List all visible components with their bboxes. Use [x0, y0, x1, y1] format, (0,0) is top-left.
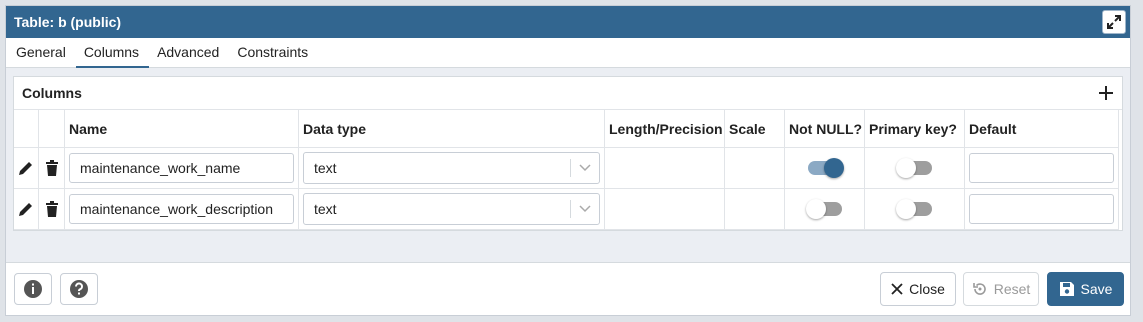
data-type-select[interactable]: text	[303, 193, 600, 225]
primary-key-toggle[interactable]	[895, 199, 932, 219]
default-cell	[965, 189, 1119, 230]
toggle-knob	[895, 199, 916, 219]
tab-constraints[interactable]: Constraints	[229, 38, 318, 67]
not-null-cell	[785, 189, 865, 230]
tab-general[interactable]: General	[8, 38, 76, 67]
help-icon	[70, 280, 88, 298]
edit-icon	[19, 162, 32, 175]
tab-columns[interactable]: Columns	[75, 38, 150, 68]
chevron-down-icon[interactable]	[571, 164, 599, 172]
columns-panel-title: Columns	[22, 85, 82, 101]
column-name-input[interactable]: maintenance_work_name	[69, 153, 294, 183]
name-cell: maintenance_work_description	[65, 189, 299, 230]
length-cell[interactable]	[605, 189, 725, 230]
reset-button-label: Reset	[993, 281, 1031, 297]
data-type-select[interactable]: text	[303, 152, 600, 184]
toggle-knob	[823, 158, 844, 178]
default-input[interactable]	[969, 153, 1114, 183]
table-row: maintenance_work_description text	[14, 189, 1122, 230]
primary-key-cell	[865, 148, 965, 189]
toggle-knob	[805, 199, 826, 219]
scale-cell[interactable]	[725, 189, 785, 230]
reset-icon	[972, 283, 986, 295]
save-icon	[1059, 282, 1074, 296]
header-edit-spacer	[14, 110, 39, 148]
save-button[interactable]: Save	[1047, 272, 1124, 306]
delete-icon	[45, 160, 58, 176]
edit-icon	[19, 203, 32, 216]
default-input[interactable]	[969, 194, 1114, 224]
help-button[interactable]	[60, 273, 98, 305]
data-type-cell: text	[299, 148, 605, 189]
header-default: Default	[965, 110, 1119, 148]
info-icon	[24, 280, 42, 298]
maximize-button[interactable]	[1102, 10, 1126, 34]
data-type-value: text	[314, 160, 337, 176]
header-length: Length/Precision	[605, 110, 725, 148]
close-icon	[891, 283, 903, 295]
columns-grid-header: Name Data type Length/Precision Scale No…	[14, 110, 1122, 148]
header-not-null: Not NULL?	[785, 110, 865, 148]
header-scale: Scale	[725, 110, 785, 148]
add-column-button[interactable]	[1098, 85, 1114, 101]
header-delete-spacer	[39, 110, 65, 148]
close-button-label: Close	[909, 281, 945, 297]
tab-advanced[interactable]: Advanced	[149, 38, 229, 67]
primary-key-toggle[interactable]	[895, 158, 932, 178]
delete-row-button[interactable]	[39, 148, 65, 189]
add-icon	[1099, 86, 1113, 100]
default-cell	[965, 148, 1119, 189]
not-null-cell	[785, 148, 865, 189]
header-name: Name	[65, 110, 299, 148]
scale-cell[interactable]	[725, 148, 785, 189]
tab-content: Columns Name Data type Length/Precision …	[6, 68, 1130, 265]
data-type-value: text	[314, 201, 337, 217]
reset-button[interactable]: Reset	[963, 272, 1039, 306]
primary-key-cell	[865, 189, 965, 230]
info-button[interactable]	[14, 273, 52, 305]
delete-icon	[45, 201, 58, 217]
columns-panel-header: Columns	[14, 77, 1122, 110]
close-button[interactable]: Close	[880, 272, 956, 306]
dialog-titlebar[interactable]: Table: b (public)	[6, 6, 1130, 38]
tab-bar: General Columns Advanced Constraints	[6, 38, 1130, 68]
chevron-down-icon[interactable]	[571, 205, 599, 213]
length-cell[interactable]	[605, 148, 725, 189]
not-null-toggle[interactable]	[807, 158, 844, 178]
columns-panel: Columns Name Data type Length/Precision …	[13, 76, 1123, 231]
delete-row-button[interactable]	[39, 189, 65, 230]
edit-row-button[interactable]	[14, 148, 39, 189]
dialog-title: Table: b (public)	[14, 14, 122, 30]
table-dialog: Table: b (public) General Columns Advanc…	[5, 5, 1131, 316]
dialog-footer: Close Reset Save	[6, 262, 1130, 315]
not-null-toggle[interactable]	[805, 199, 842, 219]
data-type-cell: text	[299, 189, 605, 230]
column-name-input[interactable]: maintenance_work_description	[69, 194, 294, 224]
header-primary-key: Primary key?	[865, 110, 965, 148]
edit-row-button[interactable]	[14, 189, 39, 230]
header-data-type: Data type	[299, 110, 605, 148]
table-row: maintenance_work_name text	[14, 148, 1122, 189]
name-cell: maintenance_work_name	[65, 148, 299, 189]
expand-icon	[1107, 15, 1121, 29]
toggle-knob	[895, 158, 916, 178]
save-button-label: Save	[1080, 281, 1113, 297]
